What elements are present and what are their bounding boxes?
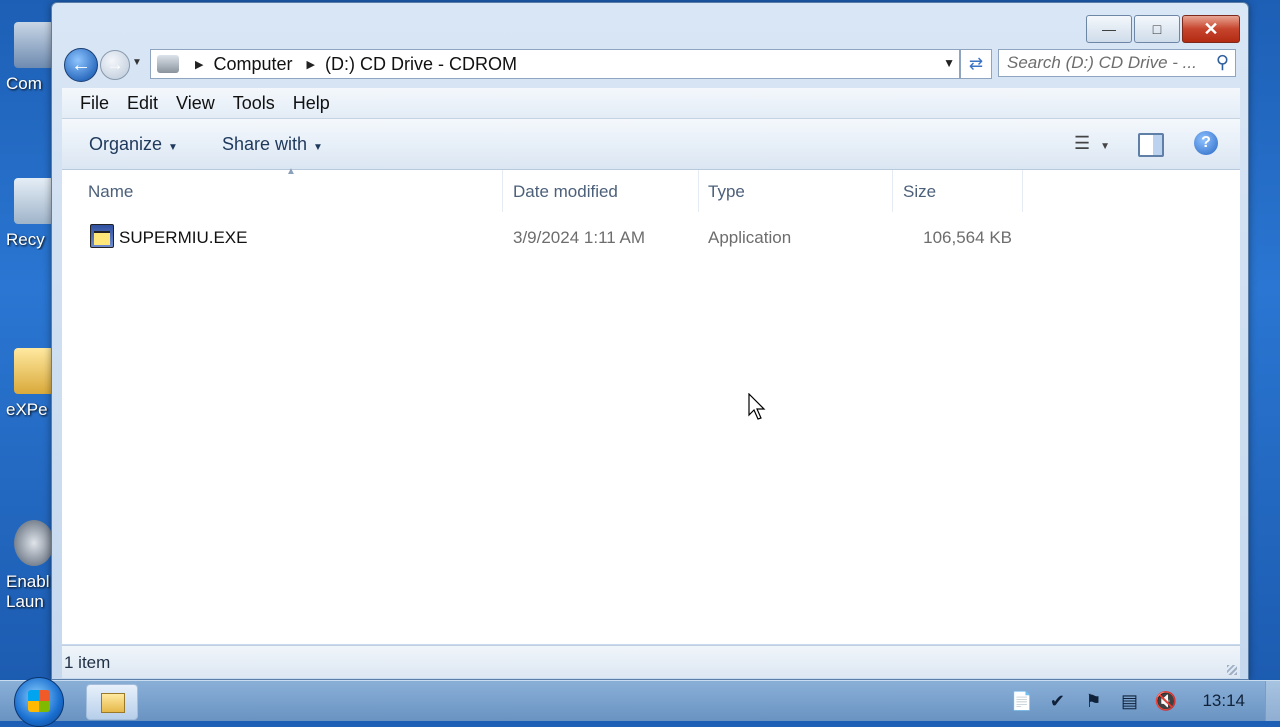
mouse-cursor-icon <box>748 393 766 420</box>
organize-label: Organize <box>89 133 163 154</box>
status-bar: 1 item <box>62 645 1240 678</box>
explorer-window: — □ ✕ ← → ▼ ▶ Computer ▶ (D:) CD Drive -… <box>51 2 1249 680</box>
share-with-button[interactable]: Share with ▼ <box>222 134 323 155</box>
desktop-icon-expe-folder[interactable]: eXPe <box>0 348 56 420</box>
back-button[interactable]: ← <box>64 48 98 82</box>
refresh-button[interactable]: ⇄ <box>960 49 992 79</box>
menu-edit[interactable]: Edit <box>127 93 158 114</box>
navigation-bar: ← → ▼ ▶ Computer ▶ (D:) CD Drive - CDROM… <box>62 47 1240 82</box>
forward-button[interactable]: → <box>100 50 130 80</box>
refresh-icon: ⇄ <box>968 54 984 73</box>
search-input[interactable]: Search (D:) CD Drive - ... ⚲ <box>998 49 1236 77</box>
action-center-flag-icon[interactable]: ⚑ <box>1082 690 1104 712</box>
menu-view[interactable]: View <box>176 93 215 114</box>
breadcrumb-chevron-icon[interactable]: ▶ <box>307 58 315 71</box>
details-view-icon: ☰ <box>1073 133 1091 153</box>
menu-help[interactable]: Help <box>293 93 330 114</box>
breadcrumb-chevron-icon[interactable]: ▶ <box>195 58 203 71</box>
column-header-size[interactable]: Size <box>903 182 936 202</box>
arrow-right-icon: → <box>106 55 124 74</box>
menu-file[interactable]: File <box>80 93 109 114</box>
caption-buttons: — □ ✕ <box>1086 15 1240 43</box>
network-icon[interactable]: ▤ <box>1118 690 1140 712</box>
chevron-down-icon: ▼ <box>168 141 178 153</box>
share-with-label: Share with <box>221 133 307 154</box>
search-icon[interactable]: ⚲ <box>1216 52 1229 73</box>
sort-ascending-icon: ▲ <box>286 166 296 177</box>
chevron-down-icon: ▼ <box>313 141 323 153</box>
system-tray: 📄 ✔ ⚑ ▤ 🔇 13:14 <box>1010 681 1280 721</box>
column-header-type[interactable]: Type <box>708 182 745 202</box>
recent-pages-dropdown[interactable]: ▼ <box>132 57 142 68</box>
column-header-date-modified[interactable]: Date modified <box>513 182 618 202</box>
file-name[interactable]: SUPERMIU.EXE <box>119 228 247 248</box>
breadcrumb-computer[interactable]: Computer <box>213 54 292 75</box>
application-icon <box>90 224 114 248</box>
arrow-left-icon: ← <box>71 53 91 76</box>
search-placeholder: Search (D:) CD Drive - ... <box>1007 53 1197 72</box>
item-count: 1 item <box>64 653 111 672</box>
column-headers: ▲ Name Date modified Type Size <box>62 166 1240 212</box>
preview-pane-icon[interactable] <box>1138 133 1164 157</box>
desktop-icon-recycle-bin[interactable]: Recy <box>0 178 56 250</box>
change-view-button[interactable]: ☰ ▼ <box>1074 133 1110 154</box>
help-icon[interactable]: ? <box>1194 131 1218 155</box>
cd-drive-icon <box>157 55 179 73</box>
file-size: 106,564 KB <box>923 228 1012 247</box>
address-dropdown-icon[interactable]: ▼ <box>943 56 955 70</box>
menu-bar: File Edit View Tools Help <box>62 88 1240 119</box>
resize-grip-icon[interactable] <box>1227 665 1237 675</box>
taskbar-explorer-button[interactable] <box>86 684 138 720</box>
document-icon[interactable]: 📄 <box>1010 690 1032 712</box>
organize-button[interactable]: Organize ▼ <box>89 134 178 155</box>
show-desktop-button[interactable] <box>1265 681 1280 721</box>
folder-icon <box>101 693 125 713</box>
computer-icon <box>14 22 54 68</box>
taskbar: 📄 ✔ ⚑ ▤ 🔇 13:14 <box>0 677 1280 727</box>
windows-logo-icon <box>28 690 50 712</box>
file-date-modified: 3/9/2024 1:11 AM <box>513 228 646 247</box>
minimize-button[interactable]: — <box>1086 15 1132 43</box>
file-list: ▲ Name Date modified Type Size SUPERMIU.… <box>62 166 1240 644</box>
recycle-bin-icon <box>14 178 54 224</box>
breadcrumb-current[interactable]: (D:) CD Drive - CDROM <box>325 54 517 75</box>
folder-icon <box>14 348 54 394</box>
chevron-down-icon: ▼ <box>1100 141 1110 152</box>
desktop-icon-computer[interactable]: Com <box>0 22 56 94</box>
column-header-name[interactable]: Name <box>88 182 133 202</box>
maximize-button[interactable]: □ <box>1134 15 1180 43</box>
volume-muted-icon[interactable]: 🔇 <box>1154 690 1176 712</box>
close-button[interactable]: ✕ <box>1182 15 1240 43</box>
safely-remove-icon[interactable]: ✔ <box>1046 690 1068 712</box>
app-launcher-icon <box>14 520 54 566</box>
file-row[interactable]: SUPERMIU.EXE 3/9/2024 1:11 AM Applicatio… <box>62 220 1240 256</box>
command-bar: Organize ▼ Share with ▼ ☰ ▼ ? <box>62 119 1240 170</box>
address-bar[interactable]: ▶ Computer ▶ (D:) CD Drive - CDROM ▼ <box>150 49 960 79</box>
menu-tools[interactable]: Tools <box>233 93 275 114</box>
file-type: Application <box>708 228 792 247</box>
clock[interactable]: 13:14 <box>1202 691 1245 711</box>
desktop-icon-launcher[interactable]: Enabl Laun <box>0 520 56 612</box>
